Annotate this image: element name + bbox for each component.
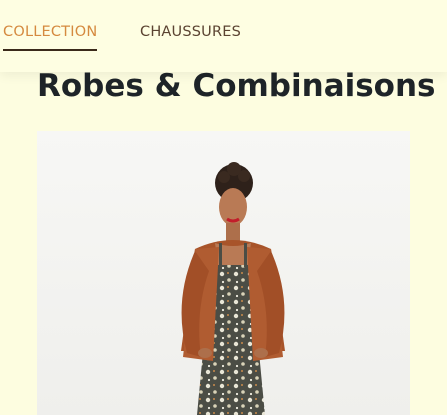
product-photo[interactable] — [37, 131, 410, 415]
tab-chaussures[interactable]: CHAUSSURES — [140, 24, 241, 40]
model-illustration — [37, 131, 410, 415]
top-navigation: COLLECTION CHAUSSURES — [0, 0, 447, 72]
tab-collection[interactable]: COLLECTION — [3, 24, 98, 51]
page-title: Robes & Combinaisons — [37, 68, 436, 104]
